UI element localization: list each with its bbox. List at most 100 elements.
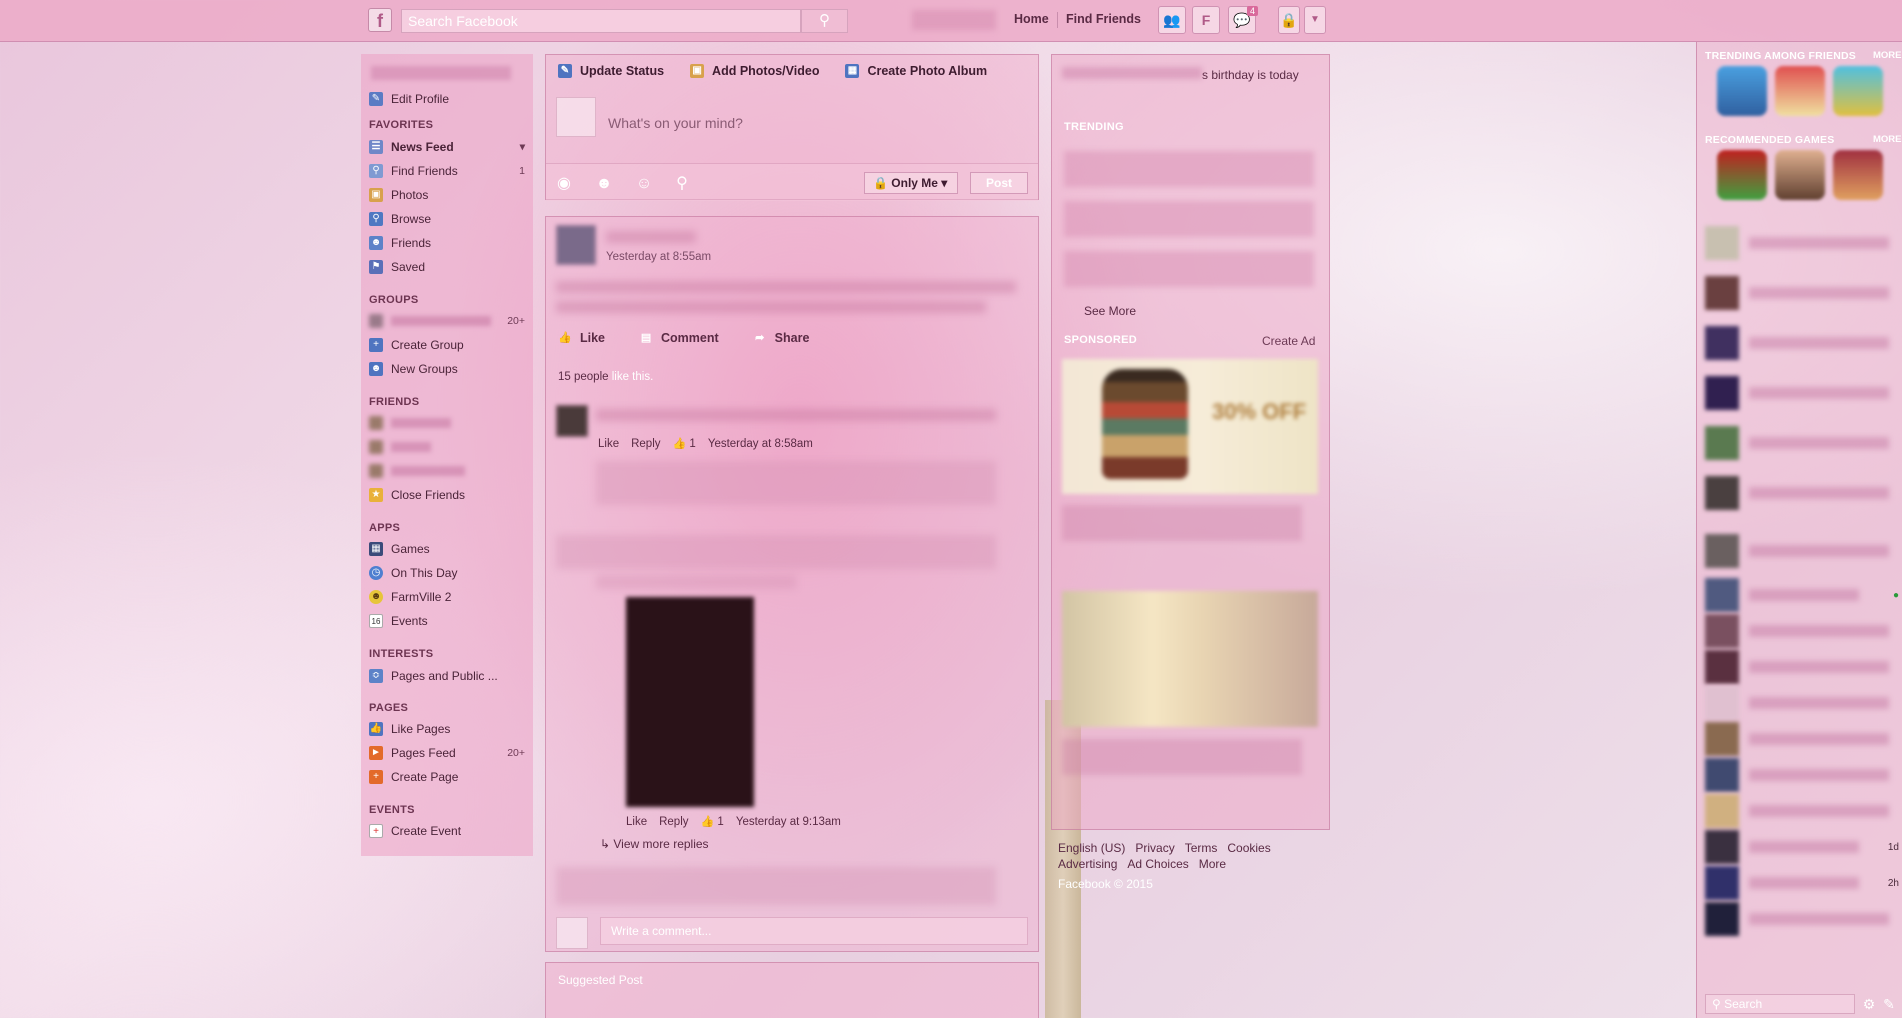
language-link[interactable]: English (US) [1058, 840, 1125, 856]
recommended-more-link[interactable]: MORE [1873, 134, 1902, 145]
sidebar-item-news-feed[interactable]: ☰ News Feed ▾ [369, 138, 529, 156]
tag-friend-icon[interactable]: ☻ [594, 174, 614, 194]
camera-icon[interactable]: ◉ [554, 174, 574, 194]
trending-more-link[interactable]: MORE [1873, 50, 1902, 61]
story-timestamp[interactable]: Yesterday at 8:55am [606, 251, 711, 263]
chat-contact[interactable] [1705, 424, 1899, 462]
game-icon[interactable] [1775, 66, 1825, 116]
sidebar-item-browse[interactable]: ⚲ Browse [369, 210, 529, 228]
feeling-icon[interactable]: ☺ [634, 174, 654, 194]
find-friends-link[interactable]: Find Friends [1066, 12, 1141, 26]
tab-add-photos[interactable]: ▣ Add Photos/Video [690, 64, 819, 78]
search-input[interactable]: Search Facebook [401, 9, 801, 33]
sidebar-item-photos[interactable]: ▣ Photos [369, 186, 529, 204]
post-button[interactable]: Post [970, 172, 1028, 194]
comment-button[interactable]: ▤ Comment [639, 331, 719, 345]
share-button[interactable]: ➦ Share [753, 331, 809, 345]
sidebar-item-create-page[interactable]: + Create Page [369, 768, 529, 786]
sidebar-item-games[interactable]: ▦ Games [369, 540, 529, 558]
sidebar-item-farmville[interactable]: ☻ FarmVille 2 [369, 588, 529, 606]
search-icon[interactable]: ⚲ [801, 9, 848, 33]
comment-reply-link[interactable]: Reply [631, 438, 660, 450]
view-more-replies-link[interactable]: ↳ View more replies [600, 837, 709, 851]
sidebar-item-on-this-day[interactable]: ◷ On This Day [369, 564, 529, 582]
sidebar-item-find-friends[interactable]: ⚲ Find Friends 1 [369, 162, 529, 180]
compose-icon[interactable]: ✎ [1881, 996, 1897, 1012]
chat-contact[interactable] [1705, 756, 1899, 794]
chevron-down-icon[interactable]: ▾ [520, 141, 525, 153]
chat-search-input[interactable]: ⚲ Search [1705, 994, 1855, 1014]
privacy-shortcuts-icon[interactable]: 🔒 [1278, 6, 1300, 34]
tab-create-album[interactable]: ▦ Create Photo Album [845, 64, 987, 78]
ad-text-blurred[interactable] [1062, 505, 1302, 541]
profile-link[interactable] [912, 10, 996, 30]
chat-contact[interactable] [1705, 792, 1899, 830]
status-input[interactable]: What's on your mind? [608, 115, 743, 131]
location-pin-icon[interactable]: ⚲ [672, 174, 692, 194]
birthday-reminder[interactable]: s birthday is today [1062, 67, 1322, 83]
sidebar-item-like-pages[interactable]: 👍 Like Pages [369, 720, 529, 738]
author-avatar[interactable] [556, 225, 596, 265]
profile-letter-icon[interactable]: F [1192, 6, 1220, 34]
sidebar-item-saved[interactable]: ⚑ Saved [369, 258, 529, 276]
reply-like-link[interactable]: Like [626, 816, 647, 828]
terms-link[interactable]: Terms [1185, 840, 1218, 856]
chat-contact[interactable] [1705, 648, 1899, 686]
sidebar-item-create-event[interactable]: + Create Event [369, 822, 529, 840]
home-link[interactable]: Home [1014, 12, 1049, 26]
sidebar-item-friends[interactable]: ☻ Friends [369, 234, 529, 252]
sidebar-item-create-group[interactable]: + Create Group [369, 336, 529, 354]
author-name[interactable] [606, 231, 696, 243]
more-link[interactable]: More [1199, 856, 1226, 872]
ad-image-portrait[interactable] [1062, 591, 1318, 727]
chat-contact[interactable] [1705, 684, 1899, 722]
user-name[interactable] [371, 66, 511, 80]
chat-contact[interactable] [1705, 612, 1899, 650]
sidebar-item-events[interactable]: 16 Events [369, 612, 529, 630]
sidebar-item-friend-list[interactable] [369, 438, 529, 456]
account-menu-icon[interactable]: ▼ [1304, 6, 1326, 34]
sidebar-item-pages-feed[interactable]: ► Pages Feed 20+ [369, 744, 529, 762]
chat-contact[interactable] [1705, 274, 1899, 312]
likes-count[interactable]: 15 people [558, 371, 609, 383]
privacy-link[interactable]: Privacy [1135, 840, 1174, 856]
commenter-avatar[interactable] [556, 405, 588, 437]
likes-summary[interactable]: 15 people like this. [558, 371, 653, 383]
chat-contact[interactable] [1705, 900, 1899, 938]
chat-contact[interactable] [1705, 474, 1899, 512]
like-button[interactable]: 👍 Like [558, 331, 605, 345]
trending-see-more[interactable]: See More [1084, 304, 1136, 318]
gear-icon[interactable]: ⚙ [1861, 996, 1877, 1012]
chat-contact[interactable] [1705, 374, 1899, 412]
trending-item[interactable] [1064, 251, 1314, 287]
privacy-selector[interactable]: 🔒 Only Me ▾ [864, 172, 958, 194]
game-icon[interactable] [1717, 66, 1767, 116]
reply-time[interactable]: Yesterday at 9:13am [736, 816, 841, 828]
trending-item[interactable] [1064, 201, 1314, 237]
chat-contact[interactable]: ● [1705, 576, 1899, 614]
advertising-link[interactable]: Advertising [1058, 856, 1117, 872]
chat-contact[interactable]: 2h [1705, 864, 1899, 902]
comment-time[interactable]: Yesterday at 8:58am [708, 438, 813, 450]
friend-requests-icon[interactable]: 👥 [1158, 6, 1186, 34]
reply-photo[interactable] [626, 597, 754, 807]
chat-contact[interactable] [1705, 324, 1899, 362]
ad-text-blurred[interactable] [1062, 739, 1302, 775]
chat-contact[interactable] [1705, 720, 1899, 758]
trending-item[interactable] [1064, 151, 1314, 187]
sidebar-item-friend-list[interactable] [369, 414, 529, 432]
chat-contact[interactable] [1705, 532, 1899, 570]
edit-profile-link[interactable]: ✎ Edit Profile [369, 90, 529, 108]
game-icon[interactable] [1833, 150, 1883, 200]
comment-input[interactable]: Write a comment... [600, 917, 1028, 945]
create-ad-link[interactable]: Create Ad [1262, 334, 1315, 348]
game-icon[interactable] [1833, 66, 1883, 116]
sidebar-item-friend-list[interactable] [369, 462, 529, 480]
comment-like-link[interactable]: Like [598, 438, 619, 450]
sidebar-item-group[interactable]: 20+ [369, 312, 529, 330]
ad-image-handbag[interactable]: 30% OFF [1062, 359, 1318, 494]
game-icon[interactable] [1775, 150, 1825, 200]
sidebar-item-close-friends[interactable]: ★ Close Friends [369, 486, 529, 504]
game-icon[interactable] [1717, 150, 1767, 200]
tab-update-status[interactable]: ✎ Update Status [558, 64, 664, 78]
